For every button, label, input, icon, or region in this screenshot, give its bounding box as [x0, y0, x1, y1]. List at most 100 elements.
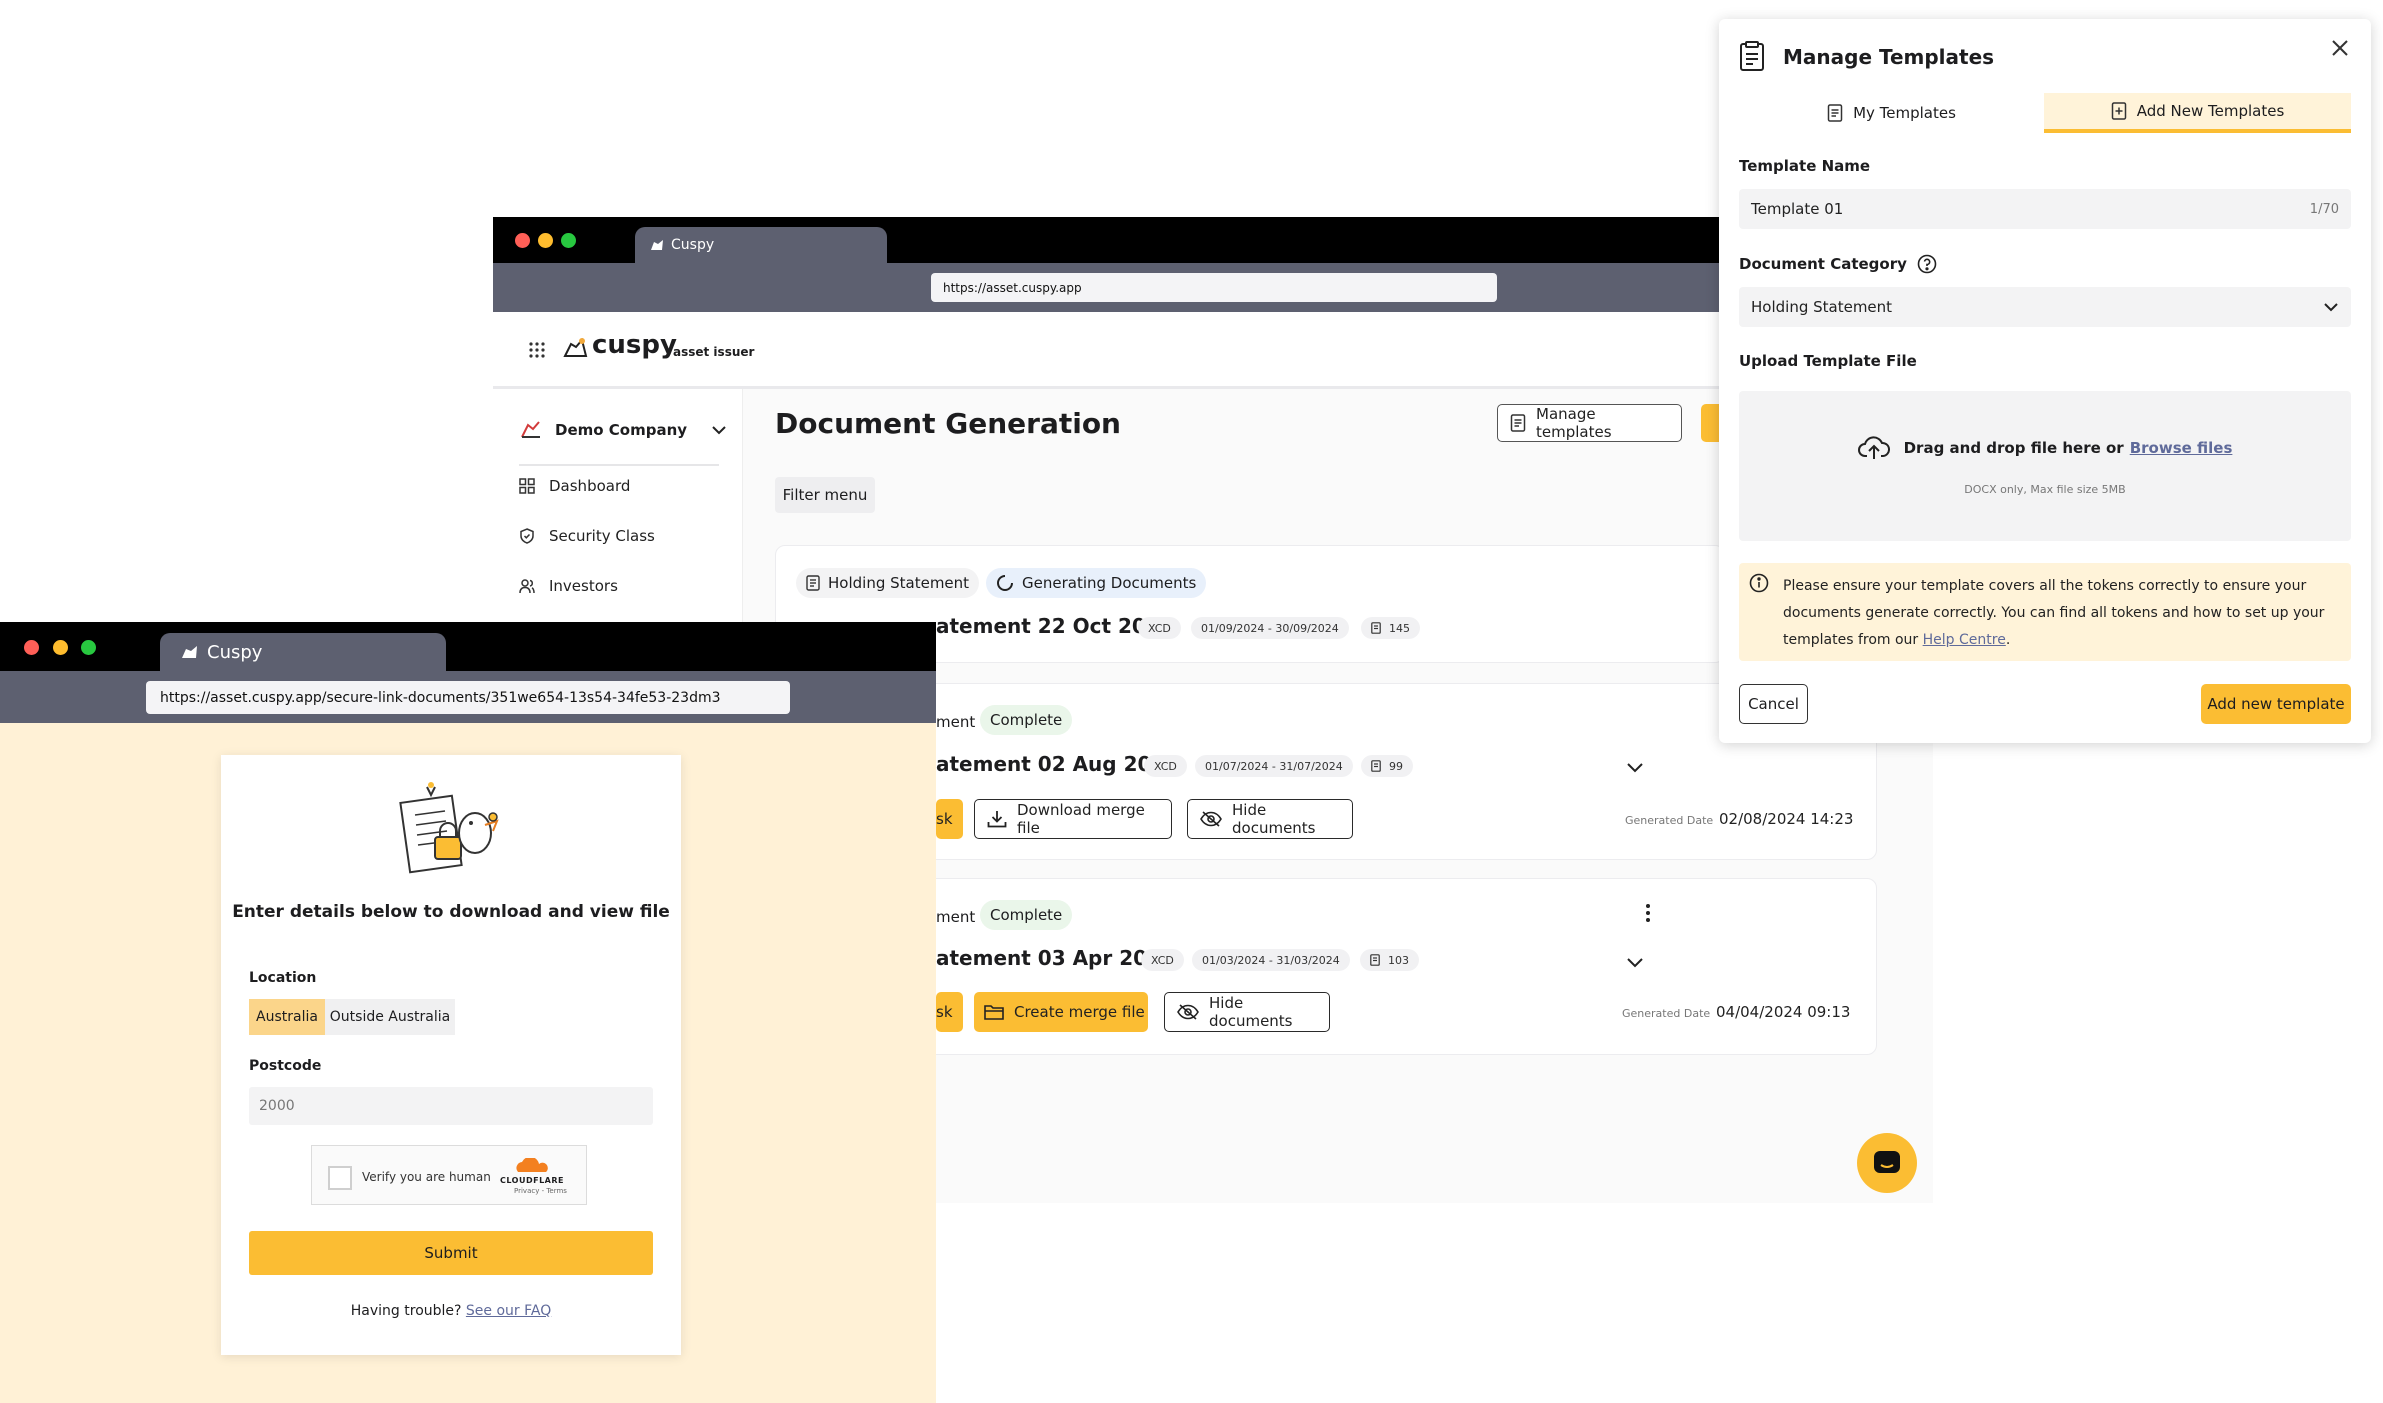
- download-form-card: Enter details below to download and view…: [221, 755, 681, 1355]
- hide-documents-button[interactable]: Hide documents: [1164, 992, 1330, 1032]
- location-option-outside-australia[interactable]: Outside Australia: [325, 999, 455, 1035]
- close-icon[interactable]: [2331, 39, 2349, 57]
- task-label: sk: [936, 1003, 953, 1021]
- eye-off-icon: [1177, 1004, 1199, 1020]
- char-counter: 1/70: [2309, 201, 2339, 217]
- template-name-input[interactable]: Template 01 1/70: [1739, 189, 2351, 229]
- dropzone-prompt: Drag and drop file here or Browse files: [1739, 435, 2351, 461]
- browse-files-link[interactable]: Browse files: [2130, 439, 2233, 457]
- minimize-window-button[interactable]: [538, 233, 553, 248]
- info-text-block: Please ensure your template covers all t…: [1783, 573, 2331, 654]
- company-switcher[interactable]: Demo Company: [519, 419, 727, 441]
- browser-tab[interactable]: Cuspy: [635, 227, 887, 263]
- document-count: 145: [1389, 621, 1410, 635]
- sidebar-item-label: Investors: [549, 577, 618, 595]
- manage-templates-button[interactable]: Manage templates: [1497, 404, 1682, 442]
- generated-date-value: 02/08/2024 14:23: [1719, 810, 1854, 828]
- file-hint: DOCX only, Max file size 5MB: [1964, 483, 2126, 496]
- chevron-down-icon[interactable]: [1626, 957, 1644, 969]
- generated-date-label: Generated Date: [1622, 1007, 1711, 1020]
- sidebar-item-security-class[interactable]: Security Class: [519, 527, 655, 545]
- tab-title: Cuspy: [207, 641, 263, 663]
- document-count: 103: [1388, 953, 1409, 967]
- tab-title: Cuspy: [671, 237, 715, 253]
- sidebar-item-investors[interactable]: Investors: [519, 577, 618, 595]
- hide-documents-button[interactable]: Hide documents: [1187, 799, 1353, 839]
- period-badge: 01/03/2024 - 31/03/2024: [1192, 949, 1350, 971]
- chevron-down-icon: [2323, 302, 2339, 312]
- tab-add-new-templates[interactable]: Add New Templates: [2044, 93, 2351, 133]
- sidebar-item-dashboard[interactable]: Dashboard: [519, 477, 630, 495]
- task-button[interactable]: sk: [936, 992, 963, 1032]
- minimize-window-button[interactable]: [53, 640, 68, 655]
- tab-label: My Templates: [1853, 104, 1956, 122]
- captcha-brand: CLOUDFLARE: [500, 1176, 564, 1185]
- period-badge: 01/07/2024 - 31/07/2024: [1195, 755, 1353, 777]
- document-category-select[interactable]: Holding Statement: [1739, 287, 2351, 327]
- postcode-input[interactable]: 2000: [249, 1087, 653, 1125]
- maximize-window-button[interactable]: [561, 233, 576, 248]
- status-badge: Generating Documents: [986, 568, 1207, 598]
- download-merge-file-label: Download merge file: [1017, 801, 1145, 837]
- sidebar-item-label: Dashboard: [549, 477, 631, 495]
- download-merge-file-button[interactable]: Download merge file: [974, 799, 1172, 839]
- statement-title: atement 02 Aug 2024: [936, 752, 1180, 776]
- cancel-button[interactable]: Cancel: [1739, 684, 1808, 724]
- task-label: sk: [936, 810, 953, 828]
- postcode-label: Postcode: [249, 1058, 322, 1074]
- sidebar-divider: [519, 464, 719, 466]
- form-heading: Enter details below to download and view…: [232, 902, 670, 922]
- company-logo-icon: [519, 419, 543, 441]
- tab-label: Add New Templates: [2136, 102, 2285, 120]
- close-window-button[interactable]: [515, 233, 530, 248]
- generated-date-label: Generated Date: [1625, 814, 1714, 827]
- chat-icon: [1873, 1150, 1901, 1176]
- users-icon: [519, 578, 535, 594]
- document-icon: [1371, 760, 1381, 772]
- faq-link[interactable]: See our FAQ: [466, 1303, 551, 1319]
- file-dropzone[interactable]: Drag and drop file here or Browse files …: [1739, 391, 2351, 541]
- create-merge-file-label: Create merge file: [1014, 1003, 1145, 1021]
- sidebar-item-label: Security Class: [549, 527, 655, 545]
- task-button[interactable]: sk: [936, 799, 963, 839]
- upload-template-label: Upload Template File: [1739, 352, 1917, 370]
- templates-icon: [1739, 41, 1765, 71]
- panel-title: Manage Templates: [1783, 45, 1995, 69]
- url-input[interactable]: https://asset.cuspy.app: [931, 273, 1497, 302]
- grid-icon: [519, 478, 535, 494]
- secure-link-browser-window: Cuspy https://asset.cuspy.app/secure-lin…: [0, 622, 936, 1403]
- folder-icon: [984, 1004, 1004, 1020]
- captcha-checkbox[interactable]: [328, 1166, 352, 1190]
- browser-tab[interactable]: Cuspy: [160, 633, 446, 671]
- close-window-button[interactable]: [24, 640, 39, 655]
- manage-templates-label: Manage templates: [1536, 405, 1612, 441]
- chat-launcher-button[interactable]: [1857, 1133, 1917, 1193]
- add-new-template-button[interactable]: Add new template: [2201, 684, 2351, 724]
- chevron-down-icon[interactable]: [1626, 762, 1644, 774]
- cuspy-favicon-icon: [180, 644, 200, 660]
- address-bar-row: https://asset.cuspy.app: [493, 263, 1933, 312]
- tab-my-templates[interactable]: My Templates: [1739, 93, 2044, 133]
- filter-menu-button[interactable]: Filter menu: [775, 477, 875, 513]
- category-label: Holding Statement: [828, 574, 970, 592]
- maximize-window-button[interactable]: [81, 640, 96, 655]
- title-bar: Cuspy: [493, 217, 1933, 263]
- url-input[interactable]: https://asset.cuspy.app/secure-link-docu…: [146, 681, 790, 714]
- company-name: Demo Company: [555, 421, 688, 439]
- help-circle-icon[interactable]: [1917, 254, 1937, 274]
- info-text-end: .: [2005, 632, 2011, 648]
- template-name-value: Template 01: [1751, 200, 1844, 218]
- loading-spinner-icon: [996, 574, 1014, 592]
- apps-grid-icon[interactable]: [529, 342, 545, 358]
- create-merge-file-button[interactable]: Create merge file: [974, 992, 1148, 1032]
- captcha-links[interactable]: Privacy - Terms: [514, 1187, 567, 1195]
- chevron-down-icon: [711, 425, 727, 435]
- cuspy-favicon-icon: [649, 238, 665, 252]
- period-badge: 01/09/2024 - 30/09/2024: [1191, 617, 1349, 639]
- submit-button[interactable]: Submit: [249, 1231, 653, 1275]
- more-options-icon[interactable]: [1645, 903, 1651, 923]
- title-bar: Cuspy: [0, 622, 936, 671]
- help-centre-link[interactable]: Help Centre: [1923, 632, 2006, 648]
- document-category-label: Document Category: [1739, 255, 1907, 273]
- location-option-australia[interactable]: Australia: [249, 999, 325, 1035]
